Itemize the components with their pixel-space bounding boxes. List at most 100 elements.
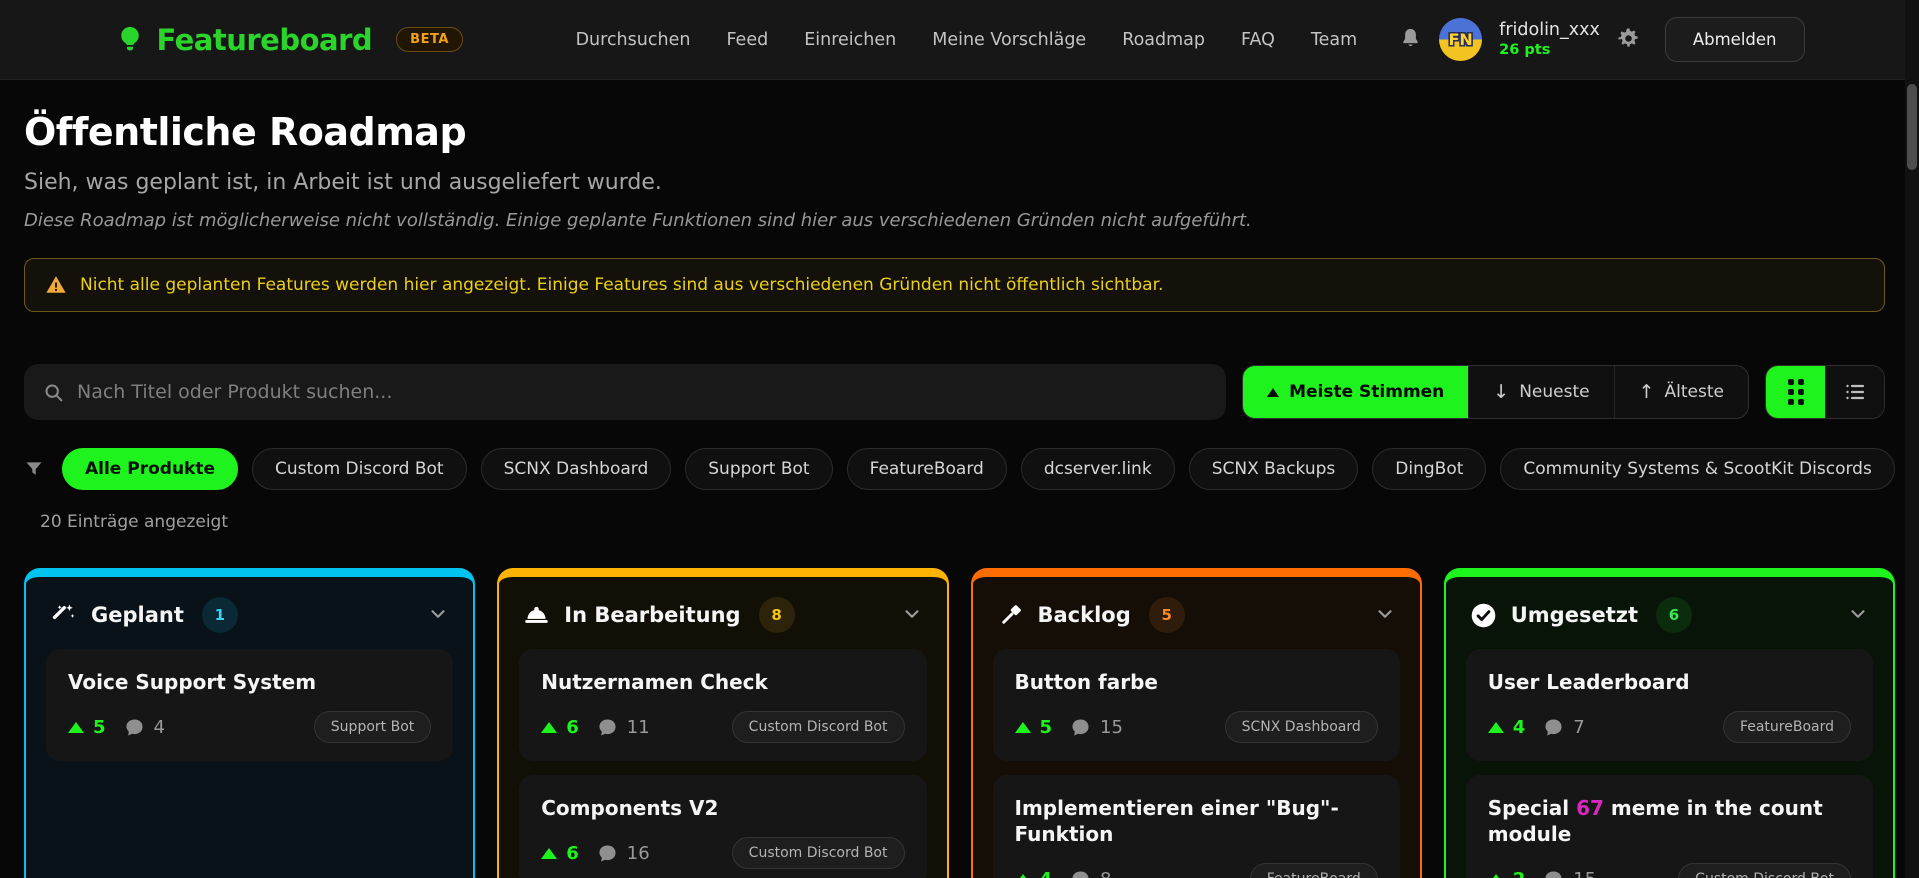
comment-count: 15 (1100, 716, 1123, 738)
column-cards: User Leaderboard 4 7 FeatureBoard Special 67… (1446, 649, 1893, 878)
comment-count: 4 (153, 716, 165, 738)
product-tag: FeatureBoard (1249, 863, 1378, 878)
sort-button-meiste-stimmen[interactable]: Meiste Stimmen (1243, 366, 1469, 418)
comment-bubble-icon (1070, 717, 1091, 738)
filter-pill-custom-discord-bot[interactable]: Custom Discord Bot (252, 448, 467, 490)
card-meta: 4 7 FeatureBoard (1487, 711, 1851, 743)
nav-link-feed[interactable]: Feed (726, 30, 768, 50)
feature-card[interactable]: Button farbe 5 15 SCNX Dashboard (992, 649, 1400, 761)
column-cards: Button farbe 5 15 SCNX Dashboard Implementie… (973, 649, 1420, 878)
column-count-badge: 1 (201, 597, 238, 633)
column-header: Backlog 5 (973, 577, 1420, 649)
vote-count: 2 (1513, 869, 1526, 878)
user-meta: fridolin_xxx 26 pts (1499, 20, 1600, 60)
column-count-badge: 8 (758, 597, 795, 633)
user-name: fridolin_xxx (1499, 19, 1600, 40)
nav-link-faq[interactable]: FAQ (1241, 30, 1275, 50)
gear-icon (1617, 27, 1640, 53)
filter-pill-support-bot[interactable]: Support Bot (685, 448, 833, 490)
comment-count: 11 (626, 716, 650, 738)
logo-text: Featureboard (156, 22, 373, 57)
chevron-down-icon (427, 603, 449, 628)
comment-bubble-icon (1070, 869, 1091, 878)
comment-count: 8 (1100, 869, 1111, 878)
column-collapse-button[interactable] (427, 603, 449, 628)
filter-pill-scnx-dashboard[interactable]: SCNX Dashboard (480, 448, 672, 490)
column-collapse-button[interactable] (1847, 603, 1869, 628)
sort-button-älteste[interactable]: ↑ Älteste (1613, 366, 1748, 418)
upvote-triangle-icon[interactable] (541, 721, 558, 733)
column-in-bearbeitung: In Bearbeitung 8 Nutzernamen Check 6 11 Custo… (497, 568, 949, 878)
vote-count: 4 (1512, 716, 1526, 738)
chevron-down-icon (1374, 603, 1396, 628)
feature-card[interactable]: User Leaderboard 4 7 FeatureBoard (1465, 649, 1873, 761)
filter-pill-alle-produkte[interactable]: Alle Produkte (62, 448, 239, 490)
scrollbar-thumb[interactable] (1907, 84, 1917, 170)
nav-link-roadmap[interactable]: Roadmap (1122, 30, 1205, 50)
search-box (24, 364, 1227, 420)
chevron-down-icon (901, 603, 923, 628)
card-title: Components V2 (541, 796, 719, 820)
logout-button[interactable]: Abmelden (1664, 17, 1805, 62)
card-title: Nutzernamen Check (541, 670, 768, 694)
grid-view-button[interactable] (1766, 366, 1825, 418)
card-title-highlight: 67 (1576, 796, 1604, 820)
grid-icon (1787, 379, 1804, 405)
nav-link-durchsuchen[interactable]: Durchsuchen (576, 30, 691, 50)
feature-card[interactable]: Voice Support System 5 4 Support Bot (46, 649, 454, 761)
card-meta: 5 4 Support Bot (68, 711, 432, 743)
warning-triangle-icon (45, 274, 67, 296)
lightbulb-icon (115, 25, 145, 55)
logo[interactable]: Featureboard BETA (115, 23, 463, 57)
avatar[interactable]: FN (1439, 18, 1483, 61)
feature-card[interactable]: Special 67 meme in the count module 2 15 Cu… (1465, 775, 1873, 878)
column-title: Umgesetzt (1510, 603, 1639, 627)
feature-card[interactable]: Components V2 6 16 Custom Discord Bot (519, 775, 927, 878)
nav-link-meine-vorschläge[interactable]: Meine Vorschläge (932, 30, 1086, 50)
card-title: Special 67 meme in the count module (1488, 795, 1851, 847)
sort-button-label: Meiste Stimmen (1289, 382, 1445, 402)
upvote-triangle-icon[interactable] (68, 721, 84, 733)
nav-link-einreichen[interactable]: Einreichen (804, 30, 896, 50)
vote-count: 6 (566, 716, 579, 738)
card-meta: 6 16 Custom Discord Bot (541, 837, 905, 869)
feature-card[interactable]: Implementieren einer "Bug"-Funktion 4 8 Fea… (992, 775, 1400, 878)
filter-pill-dingbot[interactable]: DingBot (1372, 448, 1487, 490)
product-tag: Custom Discord Bot (731, 837, 905, 869)
filter-pill-featureboard[interactable]: FeatureBoard (846, 448, 1007, 490)
warning-banner: Nicht alle geplanten Features werden hie… (24, 258, 1885, 312)
nav-right-cluster: FN fridolin_xxx 26 pts Abmelden (1399, 17, 1805, 62)
upvote-triangle-icon[interactable] (1487, 873, 1504, 878)
column-geplant: Geplant 1 Voice Support System 5 4 Support Bo… (24, 568, 476, 878)
filter-pill-scnx-backups[interactable]: SCNX Backups (1188, 448, 1359, 490)
arrow-up-icon: ↑ (1638, 381, 1655, 403)
kanban-board: Geplant 1 Voice Support System 5 4 Support Bo… (24, 568, 1895, 878)
filter-pill-community-systems-scootkit-discords[interactable]: Community Systems & ScootKit Discords (1500, 448, 1895, 490)
upvote-triangle-icon[interactable] (1014, 873, 1031, 878)
card-title-text: Special (1487, 796, 1577, 820)
column-header: In Bearbeitung 8 (499, 577, 946, 649)
sort-button-neueste[interactable]: ↓ Neueste (1468, 366, 1613, 418)
notifications-button[interactable] (1399, 27, 1422, 53)
search-input[interactable] (77, 381, 1208, 403)
column-cards: Nutzernamen Check 6 11 Custom Discord Bot Co… (499, 649, 946, 878)
product-tag: Support Bot (313, 711, 432, 743)
column-collapse-button[interactable] (1374, 603, 1396, 628)
upvote-triangle-icon[interactable] (1487, 721, 1504, 733)
warning-text: Nicht alle geplanten Features werden hie… (80, 275, 1164, 295)
column-collapse-button[interactable] (901, 603, 923, 628)
hardhat-icon (523, 602, 550, 629)
filter-pill-dcserver-link[interactable]: dcserver.link (1020, 448, 1175, 490)
nav-link-team[interactable]: Team (1311, 30, 1357, 50)
column-title: Geplant (91, 603, 184, 627)
page-title: Öffentliche Roadmap (24, 110, 467, 154)
triangle-up-icon (1267, 387, 1280, 397)
column-count-badge: 6 (1656, 597, 1693, 633)
list-view-button[interactable] (1825, 366, 1884, 418)
upvote-triangle-icon[interactable] (541, 847, 558, 859)
feature-card[interactable]: Nutzernamen Check 6 11 Custom Discord Bot (519, 649, 927, 761)
upvote-triangle-icon[interactable] (1014, 721, 1031, 733)
vote-count: 5 (93, 716, 106, 738)
settings-button[interactable] (1617, 27, 1640, 53)
column-header: Umgesetzt 6 (1446, 577, 1893, 649)
